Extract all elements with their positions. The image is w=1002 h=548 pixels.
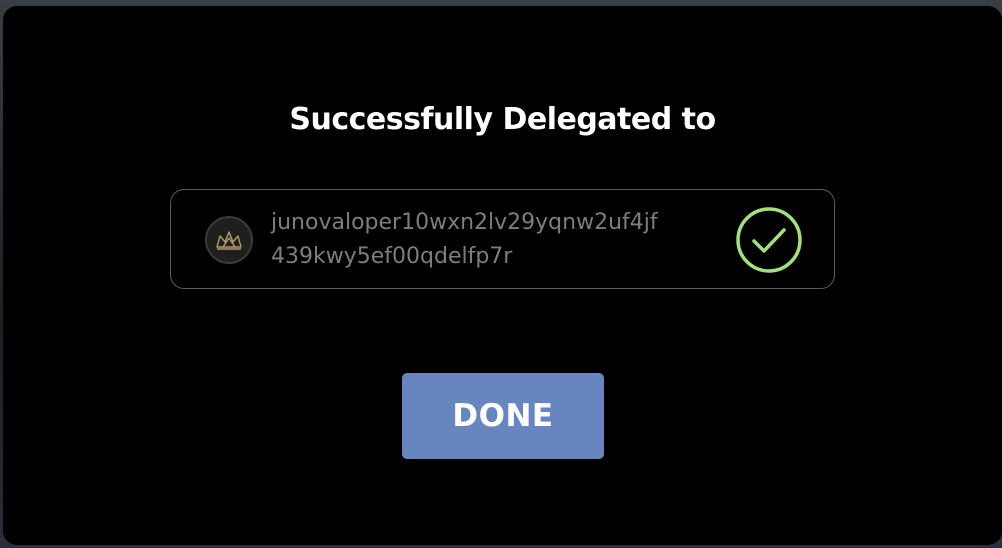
modal-title: Successfully Delegated to xyxy=(289,102,716,137)
validator-avatar xyxy=(205,216,253,264)
check-circle-icon xyxy=(736,207,802,273)
done-button[interactable]: DONE xyxy=(402,373,604,459)
validator-address-line: junovaloper10wxn2lv29yqnw2uf4jf xyxy=(271,210,658,235)
crown-icon xyxy=(216,231,242,250)
validator-card: junovaloper10wxn2lv29yqnw2uf4jf 439kwy5e… xyxy=(170,189,835,289)
success-modal: Successfully Delegated to junovaloper10w… xyxy=(3,6,1002,545)
validator-address-line: 439kwy5ef00qdelfp7r xyxy=(271,244,513,269)
validator-address: junovaloper10wxn2lv29yqnw2uf4jf 439kwy5e… xyxy=(271,206,721,274)
